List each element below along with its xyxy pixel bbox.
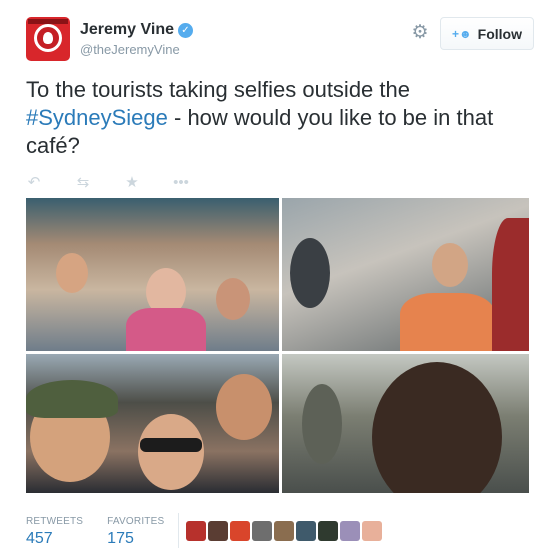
- favoriter-avatars: [186, 521, 384, 541]
- avatar[interactable]: [26, 17, 70, 61]
- hashtag-link[interactable]: #SydneySiege: [26, 105, 168, 130]
- retweets-label: RETWEETS: [26, 516, 84, 527]
- gear-icon[interactable]: ⚙: [411, 23, 429, 42]
- photo-1[interactable]: [26, 198, 279, 351]
- photo-2-figure: [290, 238, 330, 308]
- favoriter-avatar[interactable]: [186, 521, 206, 541]
- more-icon[interactable]: •••: [173, 174, 189, 191]
- favorites-label: FAVORITES: [107, 516, 165, 527]
- reply-icon[interactable]: ↶: [26, 173, 42, 191]
- photo-1-shirt: [126, 308, 206, 351]
- photo-4[interactable]: [282, 354, 529, 493]
- user-name-block[interactable]: Jeremy Vine ✓ @theJeremyVine: [80, 21, 193, 57]
- retweets-stat[interactable]: RETWEETS 457: [26, 516, 83, 548]
- photo-3-sunglasses: [140, 438, 202, 452]
- follow-button-label: Follow: [477, 25, 522, 42]
- photo-2[interactable]: [282, 198, 529, 351]
- photo-1-face: [56, 253, 88, 293]
- photo-2-shirt: [400, 293, 495, 351]
- tweet-header: Jeremy Vine ✓ @theJeremyVine ⚙ +☻ Follow: [26, 17, 534, 61]
- tweet-actions: ↶ ⇆ ★ •••: [26, 172, 222, 192]
- user-handle[interactable]: @theJeremyVine: [80, 42, 193, 57]
- photo-3-face: [216, 374, 272, 440]
- tweet-stats: RETWEETS 457 FAVORITES 175: [26, 516, 188, 548]
- favoriter-avatar[interactable]: [274, 521, 294, 541]
- retweet-icon[interactable]: ⇆: [75, 173, 91, 191]
- photo-grid: [26, 198, 529, 493]
- favoriter-avatar[interactable]: [208, 521, 228, 541]
- favoriter-avatar[interactable]: [230, 521, 250, 541]
- star-icon[interactable]: ★: [124, 173, 140, 191]
- photo-4-face: [372, 362, 502, 493]
- favoriter-avatar[interactable]: [252, 521, 272, 541]
- photo-2-figure: [492, 218, 529, 351]
- retweets-count: 457: [26, 530, 53, 547]
- stats-divider: [178, 513, 179, 548]
- photo-3[interactable]: [26, 354, 279, 493]
- photo-4-figure: [302, 384, 342, 464]
- photo-3-face: [138, 414, 204, 490]
- follow-button[interactable]: +☻ Follow: [440, 17, 534, 50]
- favoriter-avatar[interactable]: [340, 521, 360, 541]
- favoriter-avatar[interactable]: [296, 521, 316, 541]
- tweet-text-before: To the tourists taking selfies outside t…: [26, 77, 410, 102]
- favorites-stat[interactable]: FAVORITES 175: [107, 516, 164, 548]
- add-user-icon: +☻: [452, 26, 472, 41]
- avatar-logo: [34, 24, 62, 52]
- photo-3-cap: [26, 380, 118, 418]
- photo-1-face: [216, 278, 250, 320]
- favoriter-avatar[interactable]: [362, 521, 382, 541]
- verified-badge-icon: ✓: [178, 23, 193, 38]
- display-name[interactable]: Jeremy Vine: [80, 21, 174, 39]
- photo-2-face: [432, 243, 468, 287]
- tweet-text: To the tourists taking selfies outside t…: [26, 76, 534, 160]
- favoriter-avatar[interactable]: [318, 521, 338, 541]
- favorites-count: 175: [107, 530, 134, 547]
